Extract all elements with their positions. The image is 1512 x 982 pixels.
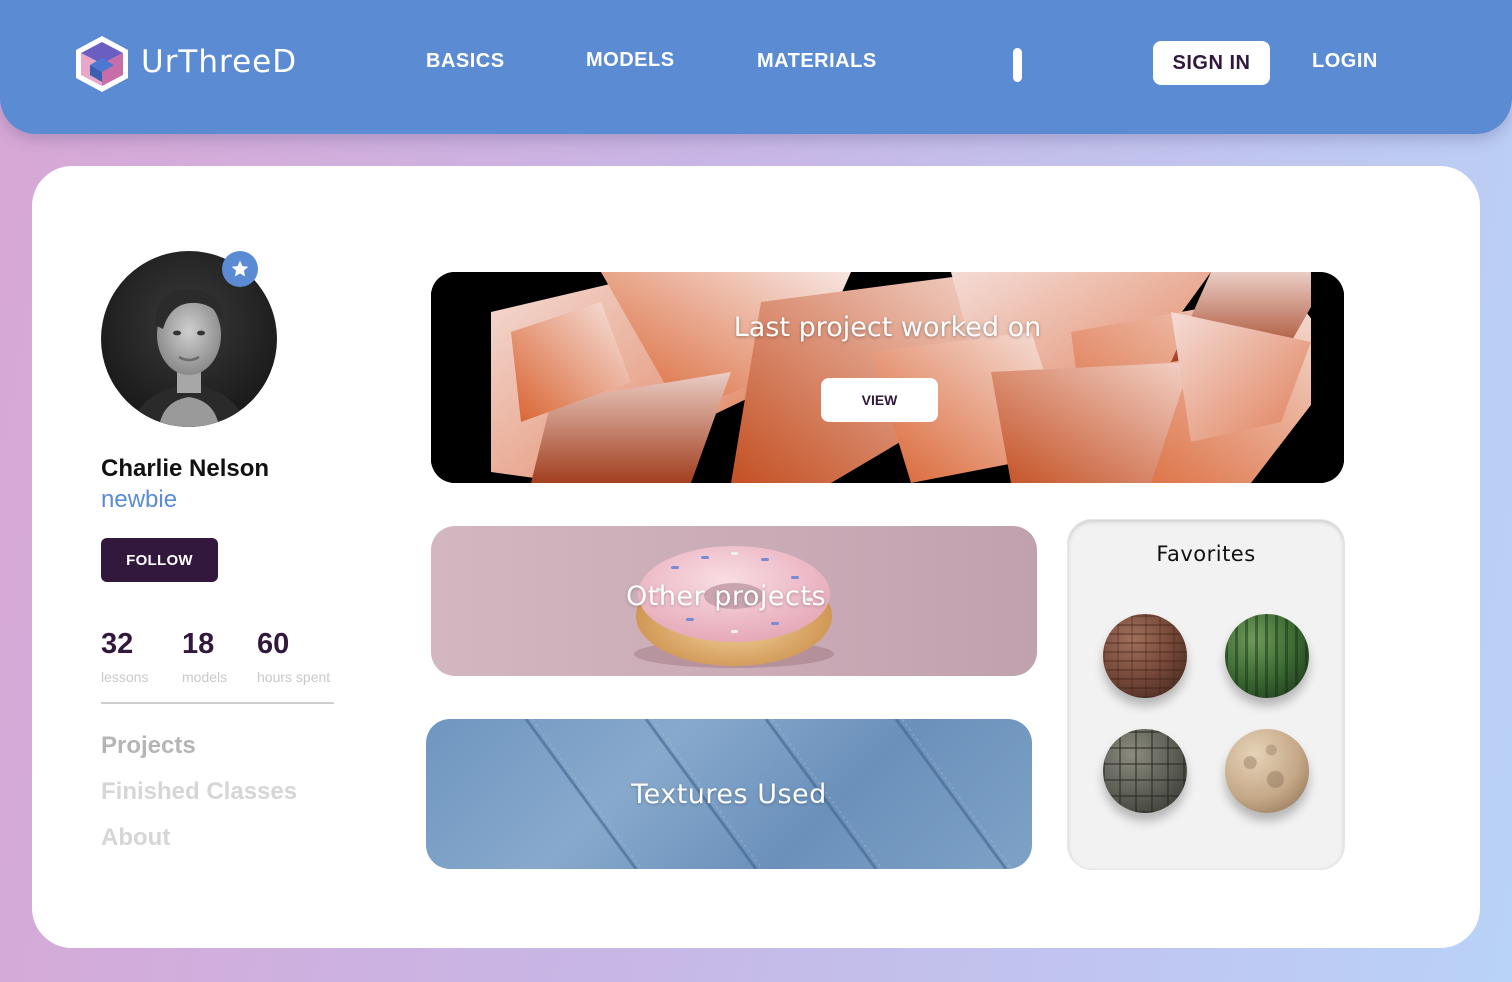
profile-menu-finished-classes[interactable]: Finished Classes [101, 778, 297, 806]
last-project-title: Last project worked on [733, 312, 1042, 343]
view-project-button[interactable]: VIEW [821, 378, 938, 422]
star-badge-icon [222, 251, 258, 287]
profile-name: Charlie Nelson [101, 455, 270, 482]
cactus-material-sphere[interactable] [1225, 614, 1309, 698]
stat-models-label: models [182, 669, 228, 685]
profile-rank: newbie [101, 486, 178, 513]
nav-basics-link[interactable]: BASICS [426, 50, 505, 73]
nav-divider [1013, 48, 1022, 82]
profile-menu-about[interactable]: About [101, 824, 170, 852]
nav-materials-link[interactable]: MATERIALS [757, 50, 877, 73]
textures-used-title: Textures Used [631, 779, 827, 810]
top-navbar: UrThreeD BASICS MODELS MATERIALS SIGN IN… [0, 0, 1512, 134]
favorites-panel: Favorites [1068, 520, 1344, 869]
other-projects-title: Other projects [625, 581, 827, 612]
stat-lessons-label: lessons [101, 669, 149, 685]
stats-divider [101, 702, 334, 704]
stat-models-value: 18 [182, 628, 215, 660]
sign-in-button[interactable]: SIGN IN [1153, 41, 1270, 85]
brick-material-sphere[interactable] [1103, 614, 1187, 698]
textures-used-card[interactable]: Textures Used [426, 719, 1032, 869]
profile-menu-projects[interactable]: Projects [101, 732, 196, 760]
other-projects-card[interactable]: Other projects [431, 526, 1037, 676]
stone-tile-material-sphere[interactable] [1103, 729, 1187, 813]
stat-lessons-value: 32 [101, 628, 134, 660]
favorites-title: Favorites [1156, 542, 1256, 566]
stat-hours-label: hours spent [257, 669, 331, 685]
login-link[interactable]: LOGIN [1312, 50, 1378, 73]
stat-hours-value: 60 [257, 628, 290, 660]
last-project-banner[interactable]: Last project worked on VIEW [431, 272, 1344, 483]
follow-button[interactable]: FOLLOW [101, 538, 218, 582]
nav-models-link[interactable]: MODELS [586, 49, 675, 72]
brand-name[interactable]: UrThreeD [141, 44, 297, 80]
rock-material-sphere[interactable] [1225, 729, 1309, 813]
logo-cube-icon[interactable] [74, 34, 130, 94]
